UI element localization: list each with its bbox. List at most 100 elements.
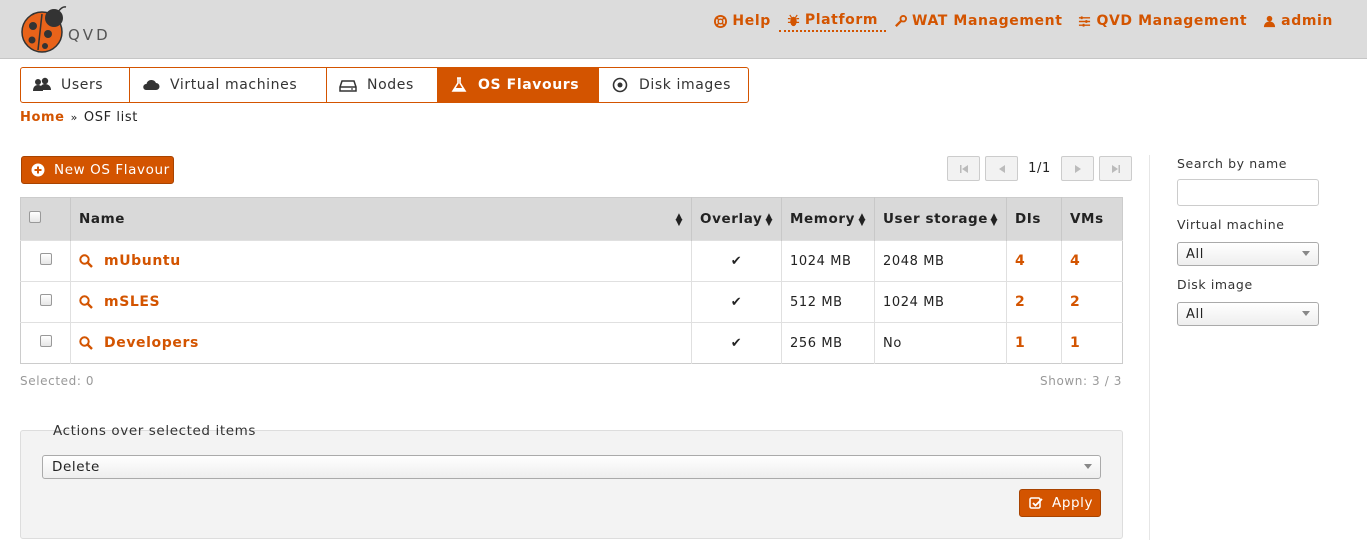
vms-cell: 4	[1061, 240, 1123, 282]
row-checkbox[interactable]	[39, 253, 52, 265]
memory-cell: 512 MB	[781, 281, 875, 323]
select-all-checkbox[interactable]	[29, 211, 41, 223]
breadcrumb: Home » OSF list	[20, 110, 138, 125]
header-name[interactable]: Name ▲ ▼	[70, 197, 692, 241]
next-icon	[1074, 164, 1081, 173]
header-overlay-label: Overlay	[700, 211, 763, 227]
users-icon	[33, 77, 51, 91]
disk-image-filter-label: Disk image	[1177, 277, 1253, 292]
search-icon	[79, 254, 93, 268]
action-select[interactable]: Delete	[42, 455, 1101, 479]
tab-os-flavours[interactable]: OS Flavours	[438, 68, 599, 102]
header-user-storage-label: User storage	[883, 211, 989, 227]
prev-page-button[interactable]	[985, 156, 1018, 181]
tab-users[interactable]: Users	[21, 68, 130, 102]
disk-image-filter-select[interactable]: All	[1177, 302, 1319, 326]
user-storage-cell: 2048 MB	[874, 240, 1007, 282]
top-header: QVD Help Platform WAT Management QVD Man…	[0, 0, 1367, 59]
osf-name-link[interactable]: mUbuntu	[79, 253, 683, 269]
breadcrumb-home[interactable]: Home	[20, 110, 65, 125]
osf-name-link[interactable]: Developers	[79, 335, 683, 351]
table-row: Developers ✔ 256 MB No 1 1	[20, 322, 1123, 364]
memory-cell: 256 MB	[781, 322, 875, 364]
user-storage-cell: No	[874, 322, 1007, 364]
new-os-flavour-label: New OS Flavour	[54, 162, 170, 178]
table-row: mSLES ✔ 512 MB 1024 MB 2 2	[20, 281, 1123, 323]
last-page-button[interactable]	[1099, 156, 1132, 181]
svg-text:QVD: QVD	[68, 26, 111, 44]
platform-link[interactable]: Platform	[778, 10, 887, 32]
select-all-cell	[20, 197, 71, 241]
sliders-icon	[1079, 15, 1091, 27]
header-user-storage[interactable]: User storage ▲ ▼	[874, 197, 1007, 241]
chevron-down-icon	[1084, 464, 1092, 469]
admin-label: admin	[1281, 13, 1333, 29]
tab-nodes[interactable]: Nodes	[327, 68, 438, 102]
vms-link[interactable]: 2	[1070, 294, 1080, 310]
disk-image-filter-value: All	[1186, 306, 1204, 322]
row-checkbox[interactable]	[39, 335, 52, 347]
search-by-name-label: Search by name	[1177, 156, 1288, 171]
qvd-management-link[interactable]: QVD Management	[1070, 10, 1255, 32]
sort-icon: ▲ ▼	[990, 212, 998, 228]
header-overlay[interactable]: Overlay ▲ ▼	[691, 197, 782, 241]
filter-sidebar: Search by name Virtual machine All Disk …	[1149, 155, 1367, 540]
page-info: 1/1	[1028, 161, 1051, 176]
skip-first-icon	[959, 164, 968, 173]
row-select-cell	[20, 322, 71, 364]
virtual-machine-filter-select[interactable]: All	[1177, 242, 1319, 266]
search-by-name-input[interactable]	[1177, 179, 1319, 206]
help-link[interactable]: Help	[706, 10, 778, 32]
row-select-cell	[20, 281, 71, 323]
row-checkbox[interactable]	[39, 294, 52, 306]
user-storage-cell: 1024 MB	[874, 281, 1007, 323]
virtual-machine-filter-label: Virtual machine	[1177, 217, 1285, 232]
qvd-logo[interactable]: QVD	[18, 4, 128, 54]
osf-name: Developers	[104, 335, 199, 351]
apply-button[interactable]: Apply	[1019, 489, 1101, 517]
vms-cell: 1	[1061, 322, 1123, 364]
wat-management-label: WAT Management	[912, 13, 1063, 29]
new-os-flavour-button[interactable]: New OS Flavour	[21, 156, 174, 184]
row-select-cell	[20, 240, 71, 282]
tab-virtual-machines-label: Virtual machines	[170, 77, 298, 93]
dis-link[interactable]: 1	[1015, 335, 1025, 351]
osf-name-link[interactable]: mSLES	[79, 294, 683, 310]
disc-icon	[612, 77, 628, 93]
section-tabs: Users Virtual machines Nodes OS Flavours…	[20, 67, 749, 103]
flask-icon	[451, 77, 467, 92]
virtual-machine-filter-value: All	[1186, 246, 1204, 262]
first-page-button[interactable]	[947, 156, 980, 181]
dis-link[interactable]: 4	[1015, 253, 1025, 269]
platform-label: Platform	[804, 12, 879, 28]
sort-icon: ▲ ▼	[675, 212, 683, 228]
overlay-check: ✔	[691, 322, 782, 364]
pagination: 1/1	[947, 156, 1137, 181]
plus-circle-icon	[31, 163, 45, 177]
os-flavours-table: Name ▲ ▼ Overlay ▲ ▼ Memory ▲ ▼ User storage ▲ ▼…	[20, 197, 1123, 364]
tab-virtual-machines[interactable]: Virtual machines	[130, 68, 327, 102]
header-dis: DIs	[1006, 197, 1062, 241]
memory-cell: 1024 MB	[781, 240, 875, 282]
actions-legend: Actions over selected items	[53, 423, 257, 439]
vms-cell: 2	[1061, 281, 1123, 323]
vms-link[interactable]: 1	[1070, 335, 1080, 351]
qvd-management-label: QVD Management	[1096, 13, 1248, 29]
vms-link[interactable]: 4	[1070, 253, 1080, 269]
cloud-icon	[143, 79, 160, 90]
sort-icon: ▲ ▼	[858, 212, 866, 228]
apply-label: Apply	[1052, 495, 1094, 511]
wat-management-link[interactable]: WAT Management	[886, 10, 1070, 32]
action-select-value: Delete	[52, 459, 100, 475]
mass-actions-panel: Actions over selected items Delete Apply	[20, 423, 1123, 539]
dis-link[interactable]: 2	[1015, 294, 1025, 310]
top-nav: Help Platform WAT Management QVD Managem…	[706, 10, 1341, 32]
double-chevron-right-icon: »	[70, 111, 78, 124]
header-memory[interactable]: Memory ▲ ▼	[781, 197, 875, 241]
next-page-button[interactable]	[1061, 156, 1094, 181]
admin-user-link[interactable]: admin	[1255, 10, 1341, 32]
tab-disk-images[interactable]: Disk images	[599, 68, 748, 102]
chevron-down-icon	[1302, 311, 1310, 316]
tab-users-label: Users	[61, 77, 104, 93]
header-vms: VMs	[1061, 197, 1123, 241]
